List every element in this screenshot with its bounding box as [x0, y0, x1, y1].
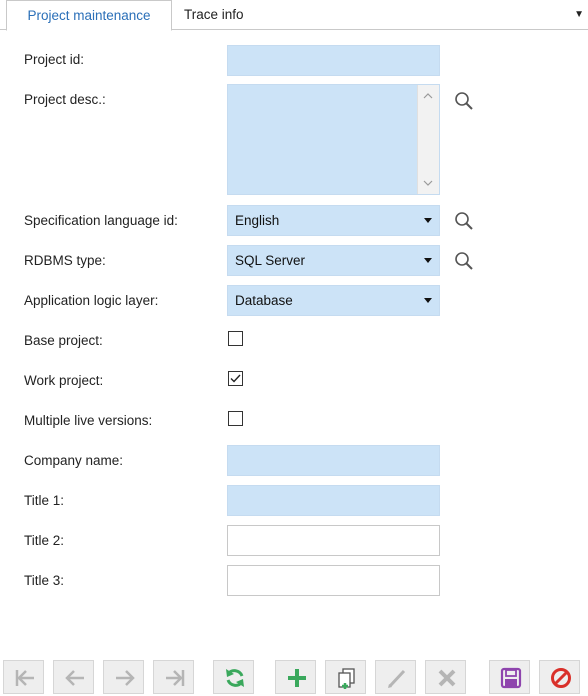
scroll-up-icon[interactable] [423, 91, 433, 101]
cancel-icon [551, 668, 571, 688]
spec-language-search-icon[interactable] [453, 210, 475, 232]
spec-language-label: Specification language id: [24, 213, 178, 228]
last-icon [166, 670, 185, 686]
plus-icon [288, 669, 306, 687]
scroll-down-icon[interactable] [423, 178, 433, 188]
project-id-label: Project id: [24, 52, 85, 67]
tab-overflow-dropdown-icon[interactable]: ▼ [574, 9, 584, 20]
refresh-button[interactable] [213, 660, 254, 694]
chevron-down-icon [424, 258, 432, 263]
save-icon [500, 667, 522, 689]
title2-label: Title 2: [24, 533, 65, 548]
project-desc-textarea[interactable] [227, 84, 440, 195]
rdbms-type-select[interactable]: SQL Server [227, 245, 440, 276]
delete-icon [438, 669, 456, 687]
save-button[interactable] [489, 660, 530, 694]
arrow-left-icon [65, 670, 84, 686]
title3-input[interactable] [227, 565, 440, 596]
app-logic-layer-label: Application logic layer: [24, 293, 159, 308]
first-record-button[interactable] [3, 660, 44, 694]
rdbms-type-label: RDBMS type: [24, 253, 106, 268]
delete-button[interactable] [425, 660, 466, 694]
company-name-input[interactable] [227, 445, 440, 476]
previous-record-button[interactable] [53, 660, 94, 694]
copy-icon [338, 668, 355, 689]
title1-label: Title 1: [24, 493, 65, 508]
title2-input[interactable] [227, 525, 440, 556]
chevron-down-icon [424, 218, 432, 223]
tab-bar: Project maintenance Trace info ▼ [0, 0, 588, 31]
base-project-checkbox[interactable] [228, 331, 243, 346]
project-desc-scrollbar[interactable] [417, 85, 439, 194]
multiple-live-versions-label: Multiple live versions: [24, 413, 153, 428]
project-id-input[interactable] [227, 45, 440, 76]
first-icon [15, 670, 34, 686]
rdbms-type-value: SQL Server [235, 253, 306, 268]
spec-language-value: English [235, 213, 280, 228]
add-button[interactable] [275, 660, 316, 694]
record-toolbar [0, 657, 588, 696]
base-project-label: Base project: [24, 333, 103, 348]
last-record-button[interactable] [153, 660, 194, 694]
chevron-down-icon [424, 298, 432, 303]
project-desc-label: Project desc.: [24, 92, 106, 107]
app-logic-layer-select[interactable]: Database [227, 285, 440, 316]
edit-button[interactable] [375, 660, 416, 694]
app-logic-layer-value: Database [235, 293, 293, 308]
work-project-label: Work project: [24, 373, 104, 388]
work-project-checkbox[interactable] [228, 371, 243, 386]
refresh-icon [226, 669, 244, 687]
arrow-right-icon [116, 670, 135, 686]
tab-trace-info[interactable]: Trace info [172, 0, 256, 30]
next-record-button[interactable] [103, 660, 144, 694]
multiple-live-versions-checkbox[interactable] [228, 411, 243, 426]
project-desc-search-icon[interactable] [453, 90, 475, 112]
tab-project-maintenance[interactable]: Project maintenance [6, 0, 172, 31]
pencil-icon [388, 669, 406, 688]
title3-label: Title 3: [24, 573, 65, 588]
spec-language-select[interactable]: English [227, 205, 440, 236]
copy-button[interactable] [325, 660, 366, 694]
title1-input[interactable] [227, 485, 440, 516]
rdbms-type-search-icon[interactable] [453, 250, 475, 272]
checkmark-icon [230, 374, 241, 383]
company-name-label: Company name: [24, 453, 124, 468]
cancel-button[interactable] [539, 660, 580, 694]
